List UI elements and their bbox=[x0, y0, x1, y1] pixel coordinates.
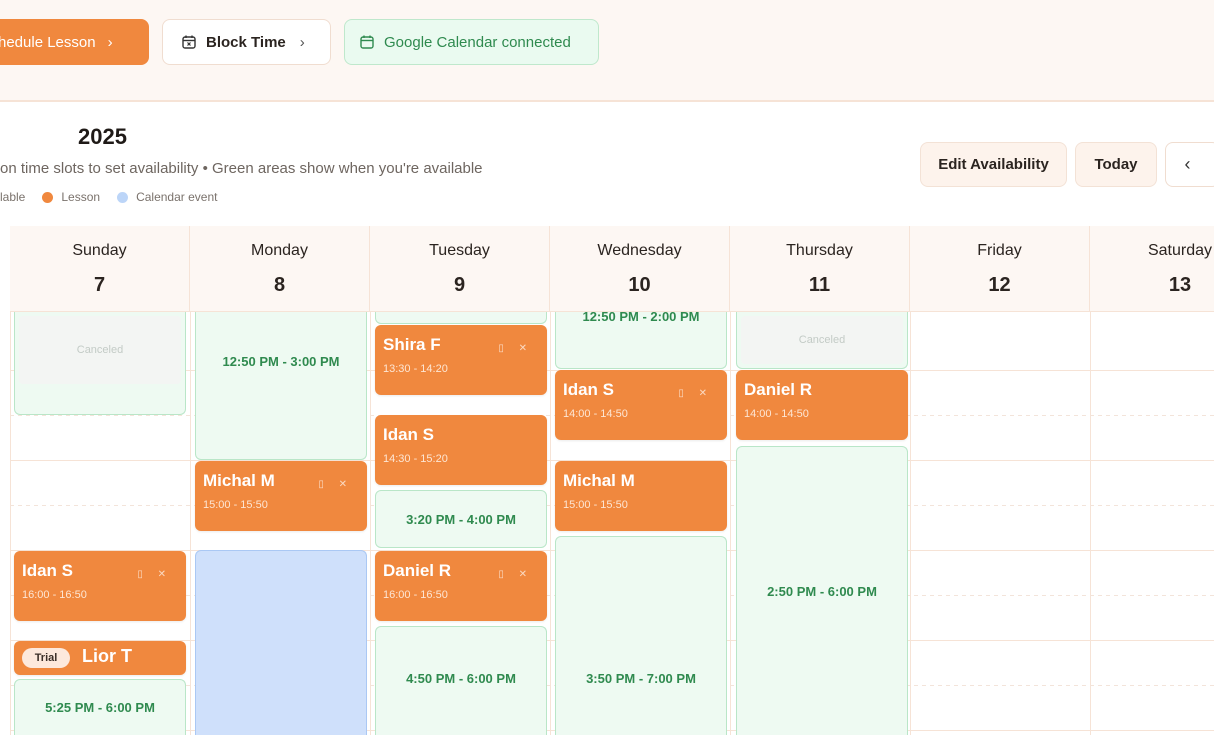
chevron-right-icon: › bbox=[107, 33, 113, 51]
legend-calendar-event: Calendar event bbox=[117, 190, 217, 204]
grid-line bbox=[550, 312, 551, 735]
lesson-card[interactable]: Idan S 14:00 - 14:50 ▯ ✕ bbox=[555, 370, 727, 440]
previous-week-button[interactable]: ‹ bbox=[1165, 142, 1214, 187]
day-header-saturday[interactable]: Saturday 13 bbox=[1090, 226, 1214, 312]
grid-line bbox=[1090, 312, 1091, 735]
block-time-button[interactable]: Block Time › bbox=[162, 19, 331, 65]
availability-slot[interactable]: Canceled bbox=[14, 312, 186, 415]
page-title: 2025 bbox=[78, 124, 127, 149]
availability-slot[interactable] bbox=[375, 312, 547, 324]
lesson-card[interactable]: Michal M 15:00 - 15:50 ▯ ✕ bbox=[195, 461, 367, 531]
day-header-tuesday[interactable]: Tuesday 9 bbox=[370, 226, 550, 312]
availability-slot[interactable]: 4:50 PM - 6:00 PM bbox=[375, 626, 547, 735]
lesson-card[interactable]: Daniel R 16:00 - 16:50 ▯ ✕ bbox=[375, 551, 547, 621]
canceled-label: Canceled bbox=[19, 316, 181, 384]
schedule-lesson-label: hedule Lesson bbox=[0, 33, 96, 51]
availability-slot[interactable]: 3:50 PM - 7:00 PM bbox=[555, 536, 727, 735]
today-button[interactable]: Today bbox=[1075, 142, 1157, 187]
lesson-actions-icon: ▯ ✕ bbox=[318, 479, 353, 490]
lesson-actions-icon: ▯ ✕ bbox=[498, 569, 533, 580]
day-header-thursday[interactable]: Thursday 11 bbox=[730, 226, 910, 312]
calendar-event[interactable] bbox=[195, 550, 367, 735]
trial-badge: Trial bbox=[22, 648, 70, 668]
lesson-dot-icon bbox=[42, 191, 54, 203]
availability-slot[interactable]: Canceled bbox=[736, 312, 908, 369]
calendar-x-icon bbox=[182, 35, 196, 49]
lesson-actions-icon: ▯ ✕ bbox=[498, 343, 533, 354]
grid-line bbox=[190, 312, 191, 735]
lesson-card[interactable]: Shira F 13:30 - 14:20 ▯ ✕ bbox=[375, 325, 547, 395]
availability-slot[interactable]: 3:20 PM - 4:00 PM bbox=[375, 490, 547, 548]
lesson-actions-icon: ▯ ✕ bbox=[137, 569, 172, 580]
calendar-event-dot-icon bbox=[117, 191, 129, 203]
schedule-lesson-button[interactable]: hedule Lesson › bbox=[0, 19, 149, 65]
grid-line bbox=[730, 312, 731, 735]
calendar-icon bbox=[360, 35, 374, 49]
availability-slot[interactable]: 5:25 PM - 6:00 PM bbox=[14, 679, 186, 735]
lesson-card[interactable]: Idan S 16:00 - 16:50 ▯ ✕ bbox=[14, 551, 186, 621]
availability-slot[interactable]: 12:50 PM - 2:00 PM bbox=[555, 310, 727, 369]
chevron-right-icon: › bbox=[299, 33, 305, 51]
availability-slot[interactable]: 12:50 PM - 3:00 PM bbox=[195, 312, 367, 460]
canceled-label: Canceled bbox=[741, 316, 903, 364]
block-time-label: Block Time bbox=[206, 33, 286, 51]
google-calendar-label: Google Calendar connected bbox=[384, 33, 571, 51]
grid-line bbox=[370, 312, 371, 735]
grid-line bbox=[10, 312, 11, 735]
lesson-card[interactable]: Daniel R 14:00 - 14:50 bbox=[736, 370, 908, 440]
lesson-actions-icon: ▯ ✕ bbox=[678, 388, 713, 399]
day-header-sunday[interactable]: Sunday 7 bbox=[10, 226, 190, 312]
legend: lable Lesson Calendar event bbox=[0, 190, 234, 204]
availability-slot[interactable]: 2:50 PM - 6:00 PM bbox=[736, 446, 908, 735]
grid-line bbox=[910, 312, 911, 735]
availability-hint: on time slots to set availability • Gree… bbox=[0, 160, 483, 177]
day-header-wednesday[interactable]: Wednesday 10 bbox=[550, 226, 730, 312]
legend-available: lable bbox=[0, 190, 26, 204]
day-header-friday[interactable]: Friday 12 bbox=[910, 226, 1090, 312]
day-header-monday[interactable]: Monday 8 bbox=[190, 226, 370, 312]
google-calendar-status[interactable]: Google Calendar connected bbox=[344, 19, 599, 65]
legend-lesson: Lesson bbox=[42, 190, 100, 204]
chevron-left-icon: ‹ bbox=[1184, 154, 1191, 174]
lesson-card[interactable]: Idan S 14:30 - 15:20 bbox=[375, 415, 547, 485]
edit-availability-button[interactable]: Edit Availability bbox=[920, 142, 1067, 187]
lesson-card[interactable]: Michal M 15:00 - 15:50 bbox=[555, 461, 727, 531]
trial-lesson-card[interactable]: Trial Lior T bbox=[14, 641, 186, 675]
